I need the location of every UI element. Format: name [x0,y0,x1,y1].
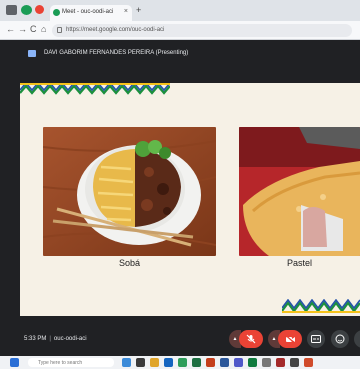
address-bar[interactable]: https://meet.google.com/ouc-oodi-aci [52,24,352,37]
record-icon [35,5,44,14]
window-menu-icon[interactable] [6,5,17,15]
presenter-label: DAVI GABORIM FERNANDES PEREIRA (Presenti… [44,50,189,56]
meeting-code: ouc-oodi-aci [53,336,87,342]
presenter-bar: DAVI GABORIM FERNANDES PEREIRA (Presenti… [20,47,360,61]
meeting-details: 5:33 PM | ouc-oodi-aci [24,336,87,342]
powerpoint-icon[interactable] [206,358,215,367]
captions-icon [311,335,321,343]
camera-off-icon [285,334,295,344]
task-view-icon[interactable] [136,358,145,367]
emoji-icon [335,334,345,344]
tab-meet[interactable]: Meet - ouc-oodi-aci × [50,5,132,21]
meet-favicon-icon [53,9,60,16]
present-screen-icon [28,50,36,57]
captions-button[interactable] [307,330,325,348]
folder-icon[interactable] [150,358,159,367]
meet-controls-bar: 5:33 PM | ouc-oodi-aci ▲ ▲ [0,316,360,356]
caption-soba: Sobá [118,258,141,268]
tab-close-icon[interactable]: × [124,8,128,15]
soba-photo [43,127,216,256]
zigzag-border-top [20,83,170,95]
mic-toggle-button[interactable] [239,330,263,348]
meet-stage: DAVI GABORIM FERNANDES PEREIRA (Presenti… [0,40,360,356]
address-text: https://meet.google.com/ouc-oodi-aci [66,27,165,33]
workspace-icon[interactable] [21,5,32,15]
shared-slide: Sobá Pastel [20,83,360,317]
teams-icon[interactable] [234,358,243,367]
excel-icon[interactable] [192,358,201,367]
lock-icon [57,27,62,33]
forward-button[interactable]: → [18,24,27,34]
app-icon-2[interactable] [262,358,271,367]
app-icon-3[interactable] [276,358,285,367]
camera-toggle-button[interactable] [278,330,302,348]
pastel-photo [239,127,360,256]
app-icon-5[interactable] [304,358,313,367]
new-tab-button[interactable]: + [136,5,141,15]
os-taskbar: Type here to search [0,356,360,369]
word-icon[interactable] [220,358,229,367]
app-icon-4[interactable] [290,358,299,367]
taskbar-search-placeholder: Type here to search [38,360,83,366]
browser-tabstrip: Meet - ouc-oodi-aci × + [0,0,360,21]
edge-icon[interactable] [164,358,173,367]
emoji-reaction-button[interactable] [331,330,349,348]
app-icon[interactable] [248,358,257,367]
browser-toolbar: ← → C ⌂ https://meet.google.com/ouc-oodi… [0,21,360,40]
back-button[interactable]: ← [6,24,15,34]
file-explorer-icon[interactable] [122,358,131,367]
screen: Meet - ouc-oodi-aci × + ← → C ⌂ https://… [0,0,360,369]
meta-separator: | [49,336,51,342]
present-now-button[interactable] [354,330,360,348]
caption-pastel: Pastel [286,258,312,268]
zigzag-border-bottom [282,299,360,313]
home-button[interactable]: ⌂ [41,24,46,34]
taskbar-search[interactable]: Type here to search [28,358,114,367]
mic-off-icon [246,334,256,344]
tab-title: Meet - ouc-oodi-aci [62,9,114,15]
start-menu-icon[interactable] [10,358,19,367]
reload-button[interactable]: C [30,24,37,34]
meeting-time: 5:33 PM [24,336,47,342]
chrome-icon[interactable] [178,358,187,367]
